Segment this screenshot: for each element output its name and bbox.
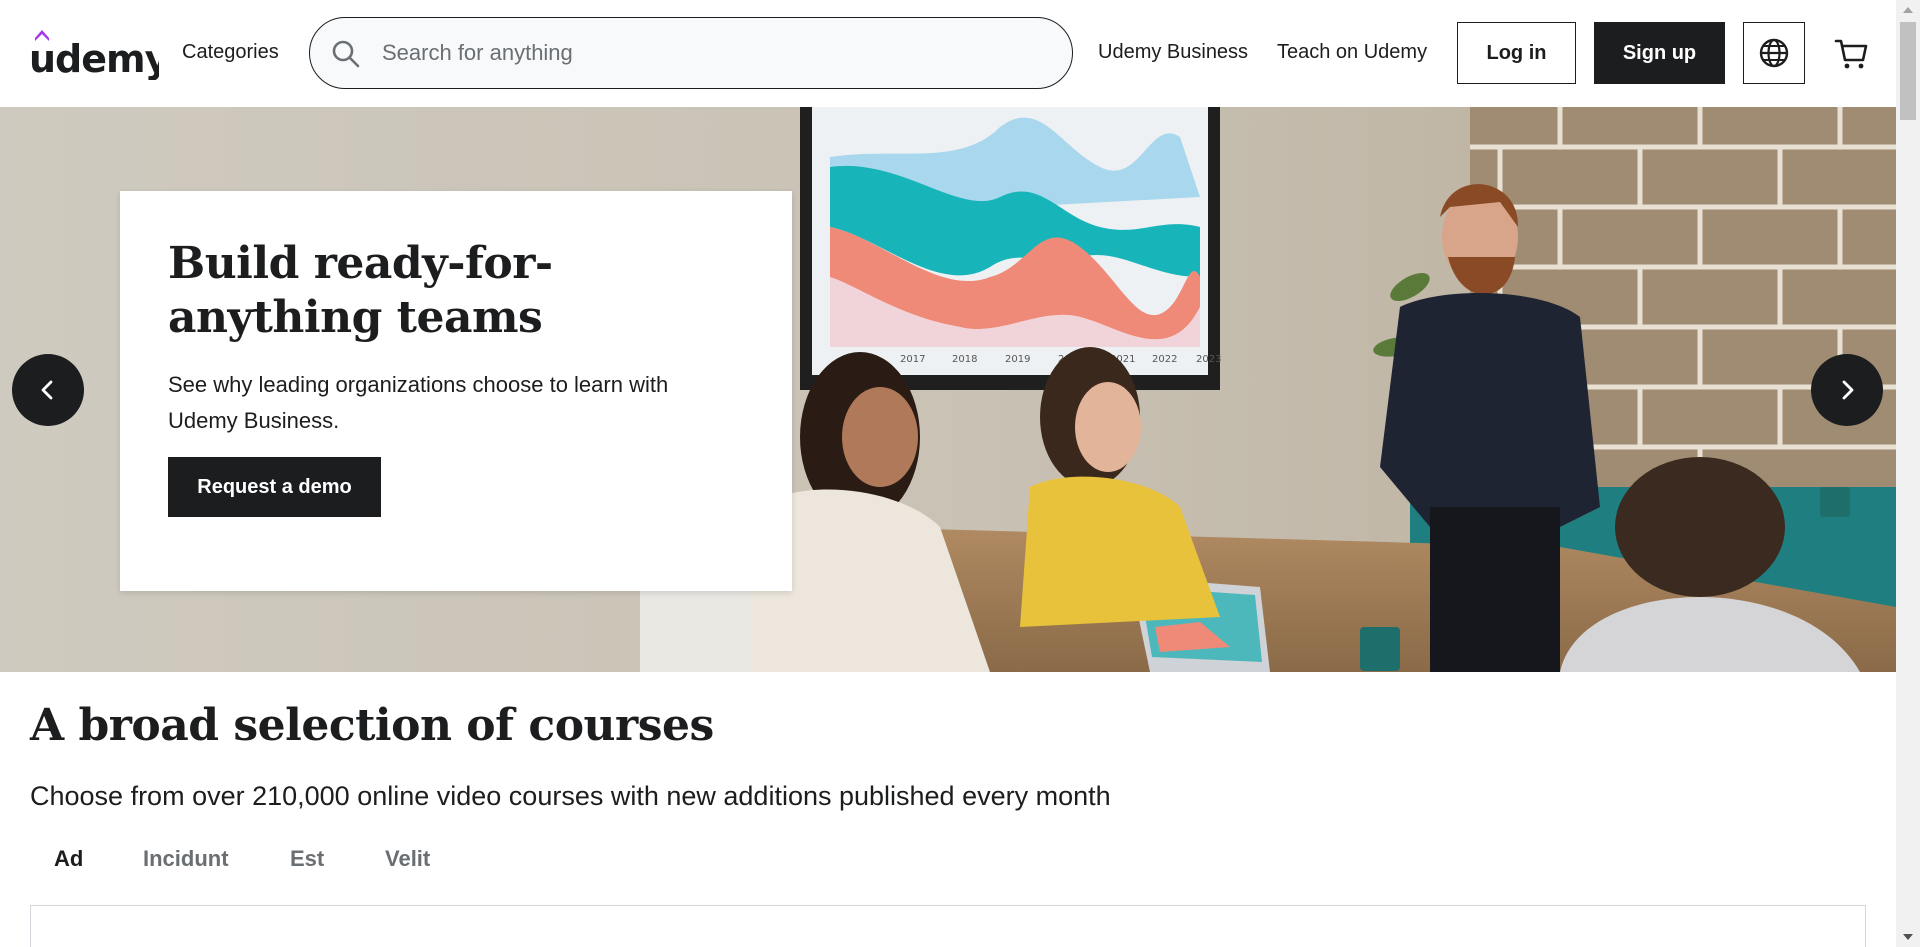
search-icon[interactable] [330, 38, 362, 70]
scroll-up-arrow[interactable] [1896, 0, 1920, 20]
svg-text:2018: 2018 [952, 354, 977, 365]
svg-text:2019: 2019 [1005, 354, 1030, 365]
cart-icon [1834, 39, 1868, 69]
carousel-prev-button[interactable] [12, 354, 84, 426]
hero-card: Build ready-for-anything teams See why l… [120, 191, 792, 591]
top-nav-bar: udemy Categories Udemy Business Teach on… [0, 0, 1896, 107]
carousel-next-button[interactable] [1811, 354, 1883, 426]
scrollbar-thumb[interactable] [1900, 22, 1916, 120]
tab-est[interactable]: Est [290, 846, 324, 872]
section-subtitle: Choose from over 210,000 online video co… [30, 781, 1111, 811]
categories-menu[interactable]: Categories [182, 41, 279, 64]
request-demo-button[interactable]: Request a demo [168, 457, 381, 517]
caret-up-icon [1903, 7, 1913, 13]
tab-velit[interactable]: Velit [385, 846, 430, 872]
login-button[interactable]: Log in [1457, 22, 1576, 84]
page-scrollbar[interactable] [1896, 0, 1920, 947]
cart-button[interactable] [1834, 36, 1870, 72]
svg-text:udemy: udemy [29, 37, 159, 80]
udemy-business-link[interactable]: Udemy Business [1098, 41, 1248, 64]
chevron-left-icon [41, 380, 53, 400]
tab-panel [30, 905, 1866, 947]
hero-subtitle: See why leading organizations choose to … [168, 372, 669, 433]
search-input[interactable] [382, 18, 1052, 88]
teach-on-udemy-link[interactable]: Teach on Udemy [1277, 41, 1427, 64]
signup-button[interactable]: Sign up [1594, 22, 1725, 84]
svg-text:2022: 2022 [1152, 354, 1177, 365]
language-button[interactable] [1743, 22, 1805, 84]
tab-ad[interactable]: Ad [54, 846, 83, 872]
tab-incidunt[interactable]: Incidunt [143, 846, 229, 872]
svg-text:2023: 2023 [1196, 354, 1221, 365]
chevron-right-icon [1842, 380, 1854, 400]
hero-banner: 201720182019 2020202120222023 [0, 107, 1896, 672]
svg-text:2017: 2017 [900, 354, 925, 365]
udemy-logo[interactable]: udemy [29, 26, 171, 81]
scroll-down-arrow[interactable] [1896, 927, 1920, 947]
section-title: A broad selection of courses [30, 700, 714, 751]
globe-icon [1759, 38, 1789, 68]
hero-title: Build ready-for-anything teams [168, 238, 553, 343]
search-bar[interactable] [309, 17, 1073, 89]
caret-down-icon [1903, 934, 1913, 940]
